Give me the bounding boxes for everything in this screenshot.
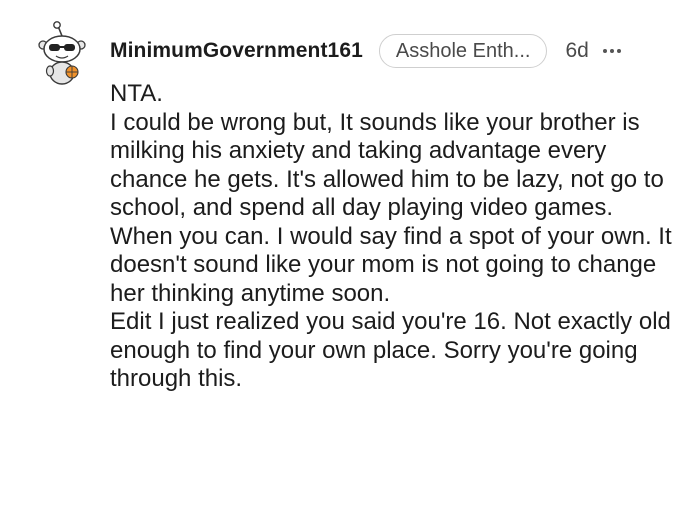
comment-paragraph: I could be wrong but, It sounds like you… xyxy=(110,108,672,307)
more-options-icon[interactable] xyxy=(602,41,624,61)
dot xyxy=(609,49,614,53)
dot xyxy=(616,49,621,53)
dot xyxy=(602,49,607,53)
comment-header: MinimumGovernment161 Asshole Enth... 6d xyxy=(110,32,624,70)
comment-paragraph: Edit I just realized you said you're 16.… xyxy=(110,308,671,392)
user-flair-badge: Asshole Enth... xyxy=(378,34,548,68)
username-link[interactable]: MinimumGovernment161 xyxy=(110,39,363,63)
timestamp[interactable]: 6d xyxy=(565,39,588,63)
comment-body: NTA. I could be wrong but, It sounds lik… xyxy=(110,80,680,394)
comment-paragraph: NTA. xyxy=(110,80,163,107)
avatar[interactable] xyxy=(34,20,90,86)
comment: MinimumGovernment161 Asshole Enth... 6d … xyxy=(0,0,700,524)
snoo-avatar-icon xyxy=(38,21,86,85)
